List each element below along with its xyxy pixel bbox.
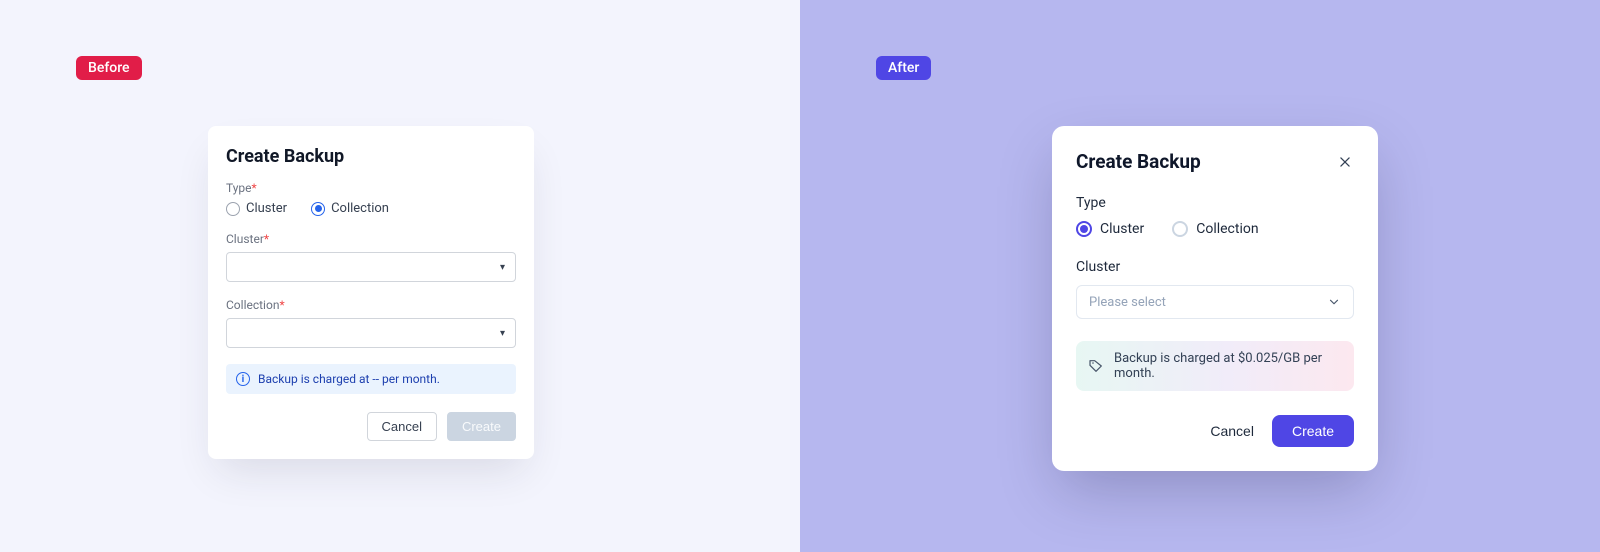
- info-icon: i: [236, 372, 250, 386]
- radio-cluster[interactable]: Cluster: [226, 201, 287, 216]
- cluster-field-label-text: Cluster: [226, 232, 264, 246]
- after-panel: After Create Backup Type Cluster Collect…: [800, 0, 1600, 552]
- dialog-header: Create Backup: [1076, 150, 1354, 173]
- dialog-actions: Cancel Create: [226, 412, 516, 441]
- radio-dot-icon: [1076, 221, 1092, 237]
- tag-icon: [1088, 358, 1104, 374]
- cancel-button[interactable]: Cancel: [367, 412, 437, 441]
- cancel-button[interactable]: Cancel: [1206, 415, 1258, 447]
- pricing-notice: Backup is charged at $0.025/GB per month…: [1076, 341, 1354, 391]
- cluster-field-label: Cluster: [1076, 259, 1354, 275]
- type-radio-group: Cluster Collection: [1076, 221, 1354, 237]
- caret-down-icon: ▾: [500, 262, 505, 273]
- collection-select[interactable]: ▾: [226, 318, 516, 348]
- before-badge: Before: [76, 56, 142, 80]
- required-asterisk: *: [279, 298, 284, 312]
- dialog-actions: Cancel Create: [1076, 415, 1354, 447]
- type-label-text: Type: [226, 181, 252, 195]
- cluster-select-placeholder: Please select: [1089, 295, 1166, 310]
- radio-collection-label: Collection: [331, 201, 389, 216]
- caret-down-icon: ▾: [500, 328, 505, 339]
- create-button[interactable]: Create: [447, 412, 516, 441]
- radio-cluster-label: Cluster: [246, 201, 287, 216]
- cluster-field-label: Cluster*: [226, 232, 516, 246]
- close-icon[interactable]: [1336, 153, 1354, 171]
- pricing-notice: i Backup is charged at -- per month.: [226, 364, 516, 394]
- create-button[interactable]: Create: [1272, 415, 1354, 447]
- radio-dot-icon: [311, 202, 325, 216]
- type-label: Type: [1076, 195, 1354, 211]
- type-radio-group: Cluster Collection: [226, 201, 516, 216]
- after-dialog: Create Backup Type Cluster Collection Cl…: [1052, 126, 1378, 471]
- chevron-down-icon: [1327, 295, 1341, 309]
- pricing-notice-text: Backup is charged at -- per month.: [258, 372, 440, 386]
- required-asterisk: *: [252, 181, 257, 195]
- collection-field-label: Collection*: [226, 298, 516, 312]
- radio-cluster[interactable]: Cluster: [1076, 221, 1144, 237]
- pricing-notice-text: Backup is charged at $0.025/GB per month…: [1114, 351, 1342, 381]
- radio-collection[interactable]: Collection: [1172, 221, 1258, 237]
- dialog-title: Create Backup: [1076, 150, 1201, 173]
- collection-field-label-text: Collection: [226, 298, 279, 312]
- radio-collection[interactable]: Collection: [311, 201, 389, 216]
- radio-cluster-label: Cluster: [1100, 221, 1144, 237]
- required-asterisk: *: [264, 232, 269, 246]
- radio-dot-icon: [226, 202, 240, 216]
- before-panel: Before Create Backup Type* Cluster Colle…: [0, 0, 800, 552]
- cluster-select[interactable]: ▾: [226, 252, 516, 282]
- cluster-select[interactable]: Please select: [1076, 285, 1354, 319]
- after-badge: After: [876, 56, 931, 80]
- type-label: Type*: [226, 181, 516, 195]
- radio-dot-icon: [1172, 221, 1188, 237]
- before-dialog: Create Backup Type* Cluster Collection C…: [208, 126, 534, 459]
- dialog-title: Create Backup: [226, 146, 516, 167]
- radio-collection-label: Collection: [1196, 221, 1258, 237]
